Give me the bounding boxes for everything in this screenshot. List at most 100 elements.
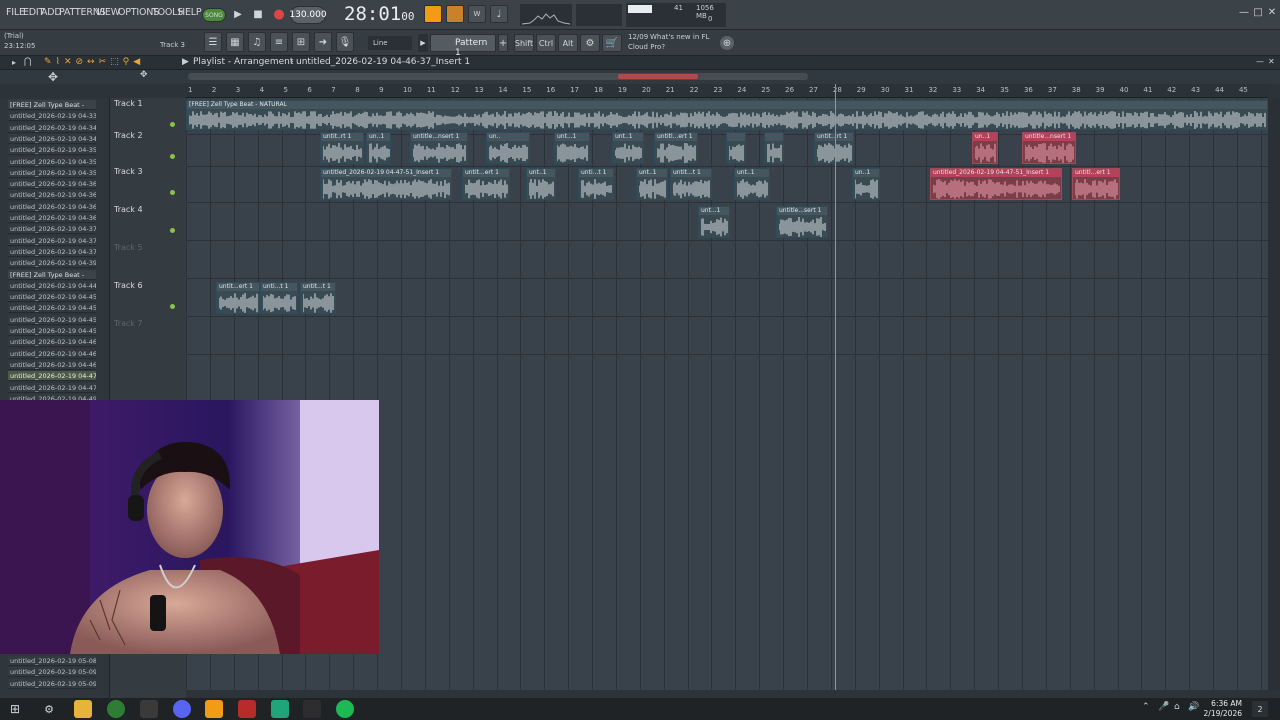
audio-clip[interactable]: [FREE] Zell Type Beat - NATURAL xyxy=(186,100,1268,130)
browser-toggle-button[interactable]: ➜ xyxy=(314,32,332,52)
browser-item[interactable]: untitled_2026-02-19 04-37.. xyxy=(8,224,96,235)
shift-modifier[interactable]: Shift xyxy=(514,34,534,52)
track-lane[interactable] xyxy=(186,280,1268,317)
slice-icon[interactable]: ✂ xyxy=(99,57,107,69)
plugin-picker-button[interactable]: ⊞ xyxy=(292,32,310,52)
arrow-icon[interactable]: ▸ xyxy=(12,58,16,67)
tools-button[interactable]: ⚙ xyxy=(580,34,600,52)
track-mute-led[interactable] xyxy=(170,190,175,195)
browser-item[interactable]: untitled_2026-02-19 04-45.. xyxy=(8,292,96,303)
snap-select[interactable]: Line xyxy=(368,36,412,50)
typing-keyboard-button[interactable] xyxy=(424,5,442,23)
notification-button[interactable]: 2 xyxy=(1252,701,1268,717)
ctrl-modifier[interactable]: Ctrl xyxy=(536,34,556,52)
audio-clip[interactable]: untit..rt 1 xyxy=(320,132,364,164)
track-mute-led[interactable] xyxy=(170,154,175,159)
news-sub[interactable]: Cloud Pro? xyxy=(628,43,665,51)
maximize-icon[interactable]: □ xyxy=(1252,6,1264,18)
audio-clip[interactable]: un.. xyxy=(486,132,530,164)
browser-item[interactable]: untitled_2026-02-19 04-34.. xyxy=(8,133,96,144)
track-name[interactable]: Track 5 xyxy=(114,243,143,252)
audio-clip[interactable]: untit...t 1 xyxy=(300,282,336,314)
audio-clip[interactable]: untitle...sert 1 xyxy=(776,206,828,238)
chrome-icon[interactable] xyxy=(107,700,125,718)
audio-clip[interactable]: untitled_2026-02-19 04-47-51_Insert 1 xyxy=(930,168,1062,200)
audio-clip[interactable]: unt...1 xyxy=(554,132,590,164)
browser-item[interactable]: untitled_2026-02-19 05-09.. xyxy=(8,678,96,689)
pencil-icon[interactable]: ✎ xyxy=(44,57,52,69)
alt-modifier[interactable]: Alt xyxy=(558,34,578,52)
file-explorer-icon[interactable] xyxy=(74,700,92,718)
news-link-icon[interactable]: ⊕ xyxy=(720,36,734,50)
audio-clip[interactable]: unt..1 xyxy=(734,168,770,200)
audio-clip[interactable]: untitl...ert 1 xyxy=(1072,168,1120,200)
browser-item[interactable]: untitled_2026-02-19 04-45.. xyxy=(8,303,96,314)
track-lane[interactable] xyxy=(186,242,1268,279)
vertical-scrollbar[interactable] xyxy=(1268,98,1280,690)
track-name[interactable]: Track 2 xyxy=(114,131,143,140)
browser-item[interactable]: untitled_2026-02-19 04-45.. xyxy=(8,326,96,336)
audio-clip[interactable]: untit...ert 1 xyxy=(216,282,260,314)
browser-item[interactable]: untitled_2026-02-19 04-44.. xyxy=(8,280,96,291)
stop-button[interactable]: ■ xyxy=(250,6,266,22)
browser-item[interactable]: untitled_2026-02-19 04-37.. xyxy=(8,246,96,257)
playhead[interactable] xyxy=(835,84,836,690)
news-text[interactable]: What's new in FL xyxy=(650,33,709,41)
add-pattern-button[interactable]: + xyxy=(498,34,508,52)
audio-clip[interactable]: untitl...ert 1 xyxy=(654,132,698,164)
browser-item[interactable]: untitled_2026-02-19 04-37.. xyxy=(8,235,96,246)
track-mute-led[interactable] xyxy=(170,304,175,309)
browser-item[interactable]: untitled_2026-02-19 04-36.. xyxy=(8,213,96,223)
brush-icon[interactable]: ⌇ xyxy=(56,57,60,69)
browser-item[interactable]: untitled_2026-02-19 05-09.. xyxy=(8,667,96,678)
start-icon[interactable]: ⊞ xyxy=(6,700,24,718)
slip-icon[interactable]: ↔ xyxy=(87,57,95,69)
browser-item[interactable]: untitled_2026-02-19 04-36.. xyxy=(8,179,96,190)
cart-button[interactable]: 🛒 xyxy=(602,34,622,52)
browser-item[interactable]: untitled_2026-02-19 04-35.. xyxy=(8,156,96,167)
capcut-icon[interactable] xyxy=(271,700,289,718)
playback-icon[interactable]: ◀ xyxy=(133,57,140,69)
pattern-prev-arrow[interactable]: ▶ xyxy=(418,34,428,52)
audio-clip[interactable]: un..1 xyxy=(972,132,998,164)
volume-icon[interactable]: 🔊 xyxy=(1188,702,1199,712)
playlist-close-icon[interactable]: ✕ xyxy=(1268,57,1275,66)
tempo-display[interactable]: 130.000 xyxy=(289,6,327,24)
metronome-button[interactable]: ♩ xyxy=(490,5,508,23)
song-time[interactable]: 28:0100 xyxy=(344,3,414,27)
browser-item[interactable]: [FREE] Zell Type Beat - xyxy=(8,269,96,280)
audio-clip[interactable]: unt...1 xyxy=(698,206,730,238)
play-button[interactable]: ▶ xyxy=(230,6,246,22)
audio-clip[interactable]: untit...rt 1 xyxy=(814,132,854,164)
audio-clip[interactable]: unti...t 1 xyxy=(260,282,298,314)
track-name[interactable]: Track 6 xyxy=(114,281,143,290)
piano-roll-button[interactable]: ♫ xyxy=(248,32,266,52)
browser-item[interactable]: untitled_2026-02-19 04-46.. xyxy=(8,348,96,359)
audio-clip[interactable]: untitle...nsert 1 xyxy=(410,132,468,164)
track-name[interactable]: Track 3 xyxy=(114,167,143,176)
audio-clip[interactable]: untitled_2026-02-19 04-47-51_Insert 1 xyxy=(320,168,452,200)
browser-item[interactable]: untitled_2026-02-19 04-47.. xyxy=(8,371,96,382)
audio-clip[interactable] xyxy=(764,132,784,164)
browser-item[interactable]: untitled_2026-02-19 04-36.. xyxy=(8,190,96,201)
audio-clip[interactable] xyxy=(726,132,746,164)
menu-file[interactable]: FILE xyxy=(6,7,25,18)
track-mute-led[interactable] xyxy=(170,228,175,233)
settings-icon[interactable]: ⚙ xyxy=(40,700,58,718)
audio-clip[interactable]: un..1 xyxy=(852,168,880,200)
audio-clip[interactable]: unti...t 1 xyxy=(578,168,614,200)
song-mode-toggle[interactable]: SONG xyxy=(202,8,226,22)
browser-item[interactable]: untitled_2026-02-19 04-34.. xyxy=(8,122,96,133)
track-name[interactable]: Track 7 xyxy=(114,319,143,328)
audio-clip[interactable]: unt..1 xyxy=(612,132,644,164)
recording-app-icon[interactable] xyxy=(238,700,256,718)
menu-view[interactable]: VIEW xyxy=(96,7,120,18)
audio-clip[interactable]: un..1 xyxy=(366,132,391,164)
magnet-icon[interactable]: ⋂ xyxy=(24,57,31,67)
audio-clip[interactable]: untit...t 1 xyxy=(670,168,712,200)
mic-tray-icon[interactable]: 🎤 xyxy=(1158,702,1169,712)
tray-chevron-icon[interactable]: ⌃ xyxy=(1142,702,1150,712)
minimize-icon[interactable]: — xyxy=(1238,6,1250,18)
discord-icon[interactable] xyxy=(173,700,191,718)
browser-item[interactable]: [FREE] Zell Type Beat - xyxy=(8,100,96,110)
